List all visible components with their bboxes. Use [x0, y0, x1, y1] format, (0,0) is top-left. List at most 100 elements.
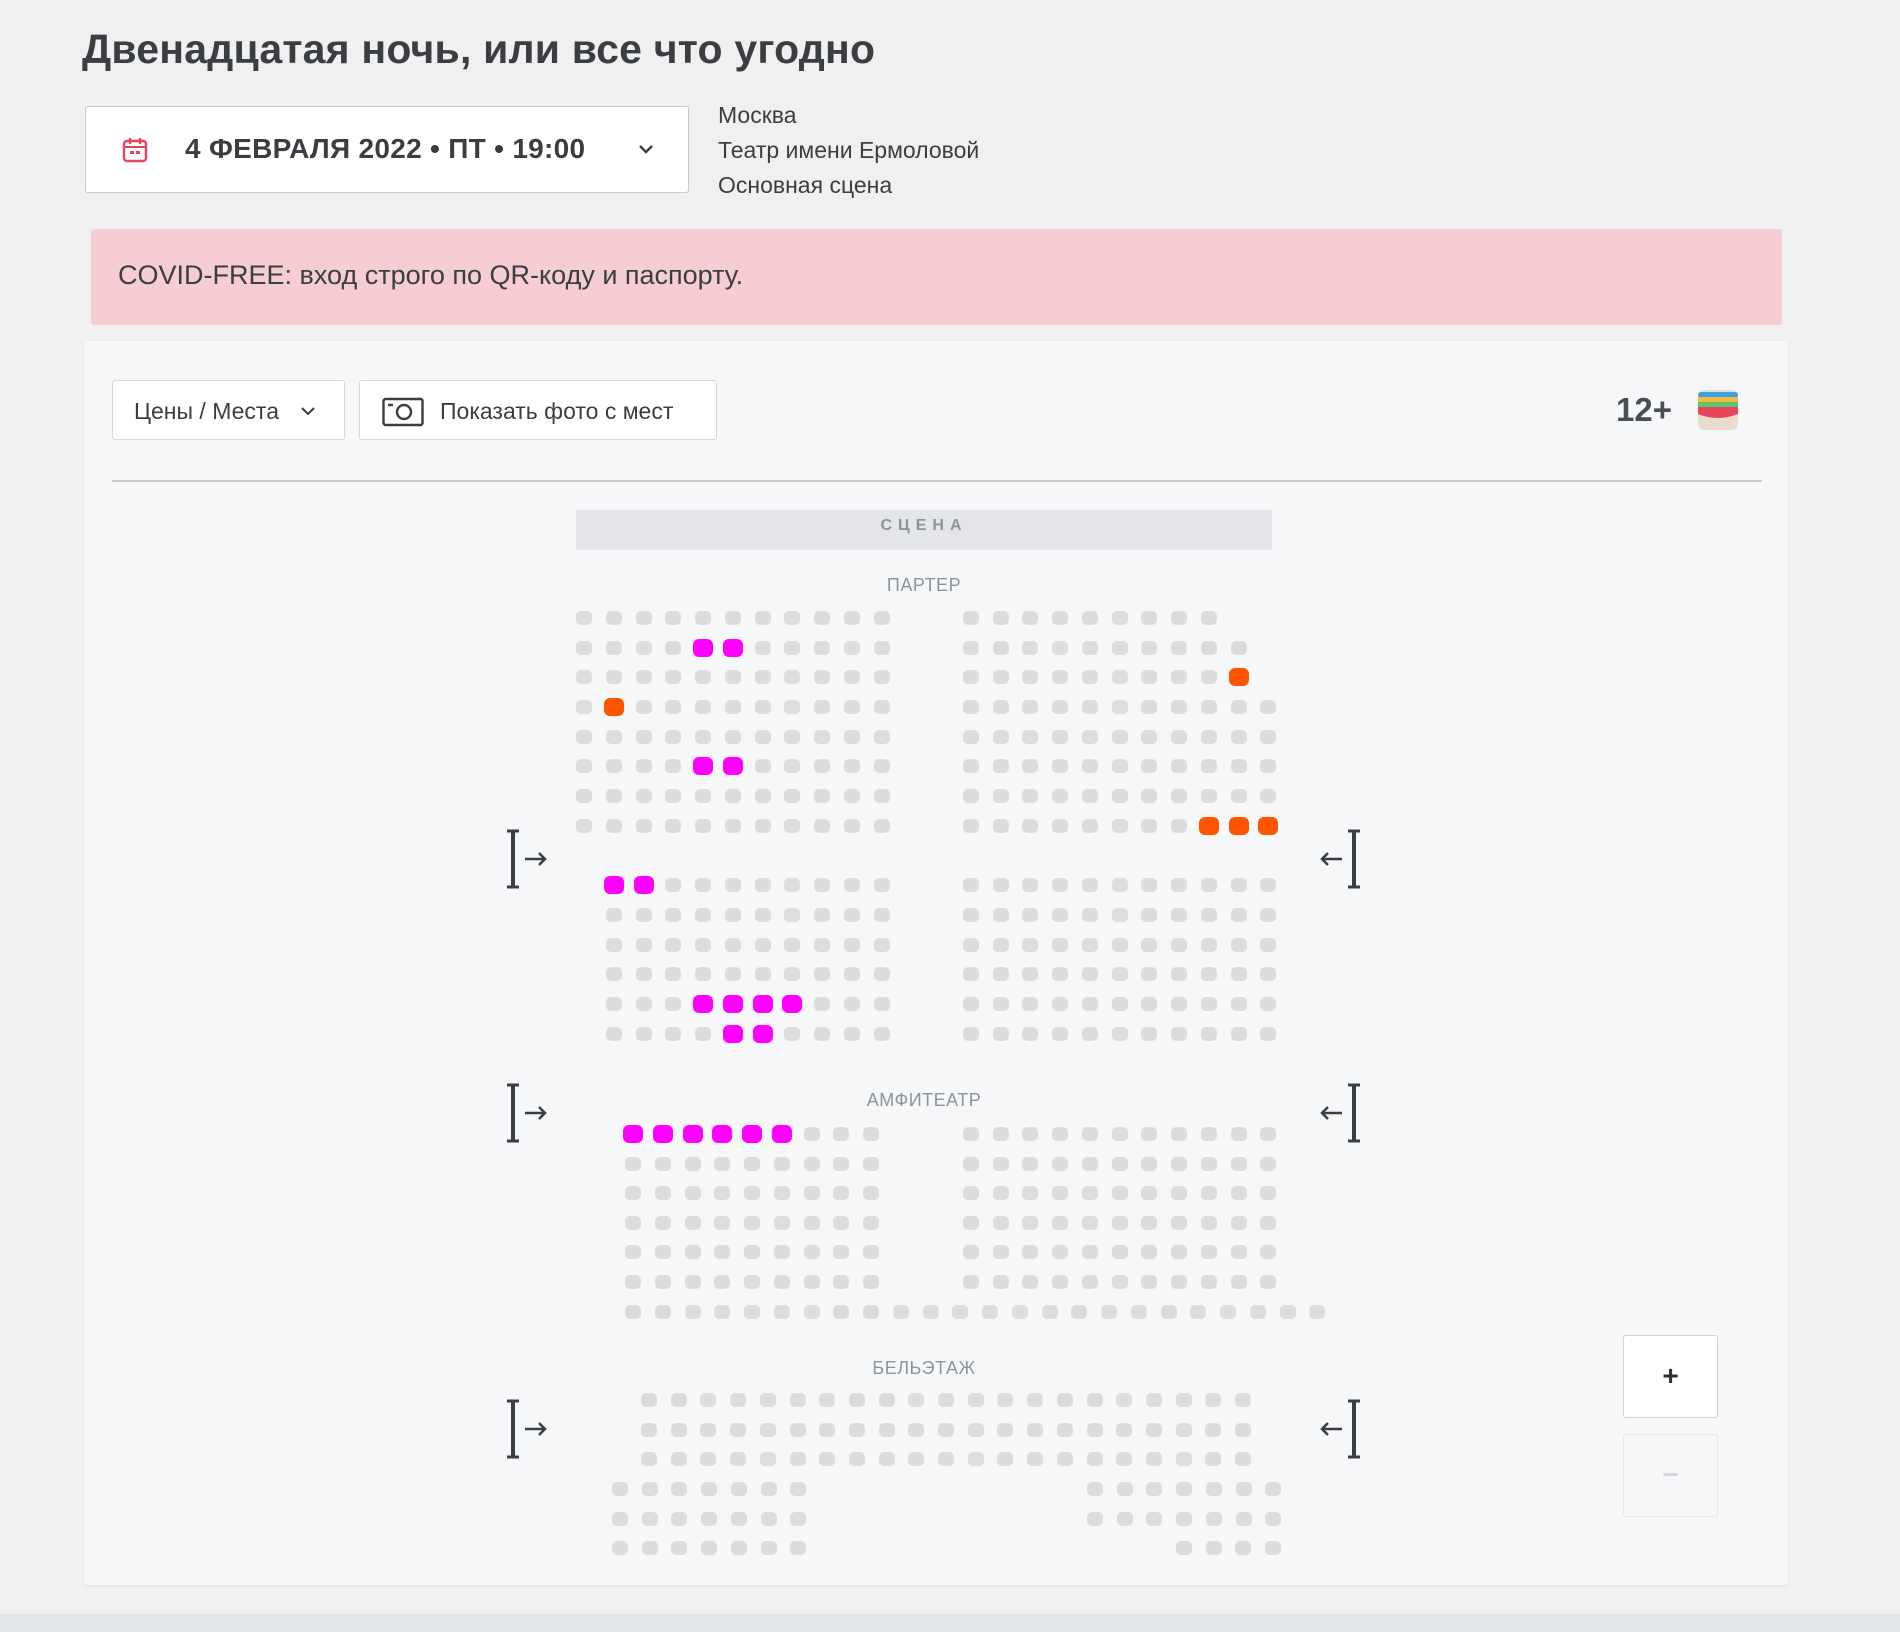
seat[interactable] — [712, 1125, 732, 1143]
seat[interactable] — [1258, 817, 1278, 835]
seat — [700, 1423, 716, 1437]
seat — [665, 641, 681, 655]
seat[interactable] — [1199, 817, 1219, 835]
seat — [1231, 938, 1247, 952]
seat — [685, 1275, 701, 1289]
seat — [1171, 1157, 1187, 1171]
seat — [1082, 670, 1098, 684]
seat — [1235, 1541, 1251, 1555]
seat — [844, 670, 860, 684]
seat — [1260, 878, 1276, 892]
seat — [1116, 1393, 1132, 1407]
seat — [833, 1186, 849, 1200]
seat — [1201, 1245, 1217, 1259]
seat — [1112, 997, 1128, 1011]
seat — [655, 1186, 671, 1200]
seat — [1235, 1452, 1251, 1466]
seat[interactable] — [742, 1125, 762, 1143]
seat[interactable] — [604, 876, 624, 894]
seat — [993, 1186, 1009, 1200]
seat — [1171, 1245, 1187, 1259]
seat — [863, 1305, 879, 1319]
seat — [833, 1157, 849, 1171]
wallet-icon[interactable] — [1696, 388, 1740, 432]
seat — [784, 759, 800, 773]
seat — [606, 730, 622, 744]
seat[interactable] — [634, 876, 654, 894]
zoom-in-button[interactable]: + — [1623, 1335, 1718, 1418]
seat[interactable] — [693, 757, 713, 775]
seat — [804, 1157, 820, 1171]
seat — [1082, 967, 1098, 981]
covid-notice-text: COVID-FREE: вход строго по QR-коду и пас… — [118, 260, 744, 290]
seat — [1201, 611, 1217, 625]
seat — [993, 611, 1009, 625]
seat — [755, 611, 771, 625]
date-select-dropdown[interactable]: 4 ФЕВРАЛЯ 2022 • ПТ • 19:00 — [85, 106, 689, 193]
seat — [963, 819, 979, 833]
seat — [636, 1027, 652, 1041]
exit-right-icon — [1320, 1399, 1360, 1459]
prices-seats-dropdown[interactable]: Цены / Места — [112, 380, 345, 440]
seat — [908, 1452, 924, 1466]
seat — [1231, 730, 1247, 744]
seat — [1260, 938, 1276, 952]
seat[interactable] — [1229, 668, 1249, 686]
seat — [993, 1275, 1009, 1289]
seat — [1082, 908, 1098, 922]
show-seat-photos-button[interactable]: Показать фото с мест — [359, 380, 717, 440]
seat — [755, 700, 771, 714]
zoom-out-button[interactable]: − — [1623, 1434, 1718, 1517]
seat — [874, 819, 890, 833]
seat[interactable] — [623, 1125, 643, 1143]
seat — [963, 1127, 979, 1141]
seat[interactable] — [683, 1125, 703, 1143]
seat — [636, 789, 652, 803]
seat[interactable] — [1229, 817, 1249, 835]
seat — [606, 611, 622, 625]
seat — [804, 1245, 820, 1259]
seat — [1022, 670, 1038, 684]
seat — [938, 1393, 954, 1407]
seat — [755, 938, 771, 952]
seat[interactable] — [782, 995, 802, 1013]
seat — [665, 997, 681, 1011]
seat[interactable] — [772, 1125, 792, 1143]
seat — [636, 700, 652, 714]
seat — [576, 759, 592, 773]
seat[interactable] — [723, 639, 743, 657]
seat — [1052, 1275, 1068, 1289]
seat[interactable] — [753, 995, 773, 1013]
chevron-down-icon — [639, 145, 653, 154]
seat[interactable] — [693, 639, 713, 657]
seat[interactable] — [693, 995, 713, 1013]
seat[interactable] — [604, 698, 624, 716]
seat — [814, 1027, 830, 1041]
exit-left-icon — [507, 1083, 547, 1143]
seat — [1052, 938, 1068, 952]
seat — [1176, 1482, 1192, 1496]
seat — [695, 700, 711, 714]
seat — [1280, 1305, 1296, 1319]
seat — [993, 730, 1009, 744]
seat[interactable] — [723, 995, 743, 1013]
seat — [774, 1216, 790, 1230]
seat — [1141, 908, 1157, 922]
seat — [1171, 819, 1187, 833]
seat — [993, 1157, 1009, 1171]
seat — [784, 908, 800, 922]
seat — [1141, 1275, 1157, 1289]
seat — [606, 641, 622, 655]
seat — [725, 789, 741, 803]
seat — [1171, 997, 1187, 1011]
seat — [968, 1393, 984, 1407]
seat — [671, 1541, 687, 1555]
seat — [641, 1452, 657, 1466]
seat[interactable] — [723, 1025, 743, 1043]
stage: СЦЕНА — [576, 510, 1272, 550]
seat[interactable] — [653, 1125, 673, 1143]
seat — [1141, 611, 1157, 625]
seat — [784, 819, 800, 833]
seat[interactable] — [753, 1025, 773, 1043]
seat[interactable] — [723, 757, 743, 775]
